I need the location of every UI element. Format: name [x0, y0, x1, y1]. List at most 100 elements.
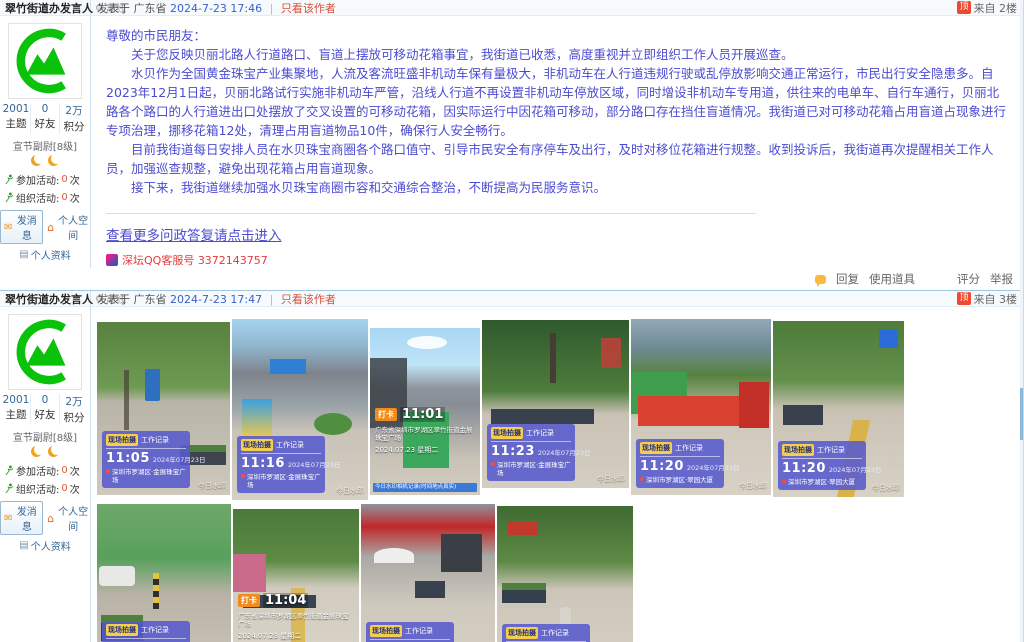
watermark-time: 11:20	[782, 461, 826, 476]
personal-space-link[interactable]: ⌂ 个人空间	[47, 212, 90, 242]
author-name[interactable]: 翠竹街道办发言人	[5, 291, 93, 307]
checkin-badge: 打卡	[375, 408, 397, 421]
envelope-icon: ✉	[4, 513, 12, 524]
forum-thread-page: 翠竹街道办发言人 离线 发表于 广东省 2024-7-23 17:46 | 只看…	[0, 0, 1024, 642]
photo-thumbnail[interactable]: 打卡 11:01 广东省深圳市罗湖区翠竹街道金展珠宝广场 2024.07.23 …	[370, 328, 480, 495]
floor-from-label[interactable]: 来自 3楼	[974, 291, 1018, 307]
watermark-badge: 现场拍摄	[370, 625, 402, 637]
user-rank: 宣节副尉[8级]	[0, 138, 90, 153]
photo-thumbnail[interactable]: 现场拍摄 工作记录 11:05 2024年07月23日 深圳市罗湖区·金展珠宝广…	[97, 322, 230, 495]
photo-scenery	[415, 581, 445, 598]
author-name[interactable]: 翠竹街道办发言人	[5, 0, 93, 16]
watermark-stamp: 现场拍摄 工作记录 11:21 2024年07月23日 深圳市罗湖区·翠园大厦	[366, 622, 454, 642]
watermark-badge: 现场拍摄	[106, 434, 138, 446]
avatar[interactable]	[8, 314, 82, 390]
watermark-time: 11:05	[106, 451, 150, 466]
floor-indicator: 顶 来自 3楼	[957, 291, 1017, 307]
stat-credits[interactable]: 2万 积分	[60, 394, 88, 425]
posted-time: 2024-7-23 17:47	[170, 293, 262, 306]
watermark-brand: 今日水印	[597, 474, 625, 484]
photo-thumbnail[interactable]: 现场拍摄 工作记录 11:18 2024年07月23日 深圳市罗湖区·金展珠宝广…	[97, 504, 231, 642]
post-actions-bar: 回复 使用道具 评分 举报	[0, 268, 1023, 290]
avatar[interactable]	[8, 23, 82, 99]
send-message-button[interactable]: ✉ 发消息	[0, 501, 43, 535]
watermark-title: 工作记录	[541, 628, 569, 638]
photo-scenery	[879, 329, 898, 348]
photo-scenery	[270, 359, 306, 374]
post-paragraph: 尊敬的市民朋友：	[106, 26, 1009, 45]
profile-link[interactable]: ▤ 个人资料	[19, 538, 70, 553]
photo-thumbnail[interactable]: 现场拍摄 工作记录 11:16 2024年07月23日 深圳市罗湖区·金展珠宝广…	[232, 319, 368, 500]
author-stats: 2001 主题 0 好友 2万 积分	[2, 394, 88, 425]
green-mountain-logo-icon	[11, 318, 79, 386]
medal-row	[0, 446, 90, 460]
more-replies-link[interactable]: 查看更多问政答复请点击进入	[106, 224, 282, 244]
watermark-stamp: 现场拍摄 工作记录 11:23 2024年07月23日 深圳市罗湖区·金展珠宝广…	[487, 424, 575, 481]
qq-service-line: 深坛QQ客服号 3372143757	[106, 252, 1009, 268]
post-paragraph: 目前我街道每日安排人员在水贝珠宝商圈各个路口值守、引导市民安全有序停车及出行，及…	[106, 140, 1009, 178]
photo-scenery	[124, 370, 129, 430]
stat-threads[interactable]: 2001 主题	[2, 103, 31, 134]
floor-from-label[interactable]: 来自 2楼	[974, 0, 1018, 16]
scrollbar-thumb[interactable]	[1020, 388, 1023, 440]
photo-thumbnail[interactable]: 现场拍摄 工作记录 11:20 2024年07月23日 深圳市罗湖区·翠园大厦	[773, 321, 904, 497]
stat-friends[interactable]: 0 好友	[31, 103, 60, 134]
watermark-brand: 今日水印	[198, 481, 226, 491]
profile-link[interactable]: ▤ 个人资料	[19, 247, 70, 262]
photo-row-1: 现场拍摄 工作记录 11:05 2024年07月23日 深圳市罗湖区·金展珠宝广…	[97, 319, 1017, 500]
scrollbar[interactable]	[1020, 0, 1023, 642]
floor-indicator: 顶 来自 2楼	[957, 0, 1017, 16]
watermark-brand: 今日水印	[739, 481, 767, 491]
report-link[interactable]: 举报	[990, 271, 1013, 287]
photo-scenery	[99, 566, 135, 586]
watermark-brand: 今日水印	[336, 486, 364, 496]
watermark-date: 2024年07月23日	[829, 464, 882, 474]
only-author-link[interactable]: 只看该作者	[281, 293, 336, 306]
photo-thumbnail[interactable]: 现场拍摄 工作记录 11:23 2024年07月23日 深圳市罗湖区·金展珠宝广…	[482, 320, 629, 488]
watermark-stamp: 现场拍摄 工作记录 11:20 2024年07月23日 深圳市罗湖区·翠园大厦	[778, 441, 866, 490]
watermark-brand: 今日水印	[872, 483, 900, 493]
runner-icon	[5, 483, 14, 494]
watermark-time: 11:16	[241, 456, 285, 471]
use-props-link[interactable]: 使用道具	[869, 271, 915, 287]
watermark-badge: 现场拍摄	[106, 624, 138, 636]
watermark-badge: 现场拍摄	[491, 427, 523, 439]
activity-joined: 参加活动: 0 次	[0, 172, 90, 187]
posted-region: 广东省	[134, 2, 167, 15]
photo-scenery	[502, 583, 546, 603]
location-pin-icon	[106, 469, 110, 473]
photo-thumbnail[interactable]: 现场拍摄 工作记录 11:21 2024年07月23日 深圳市罗湖区·翠园大厦	[497, 506, 633, 642]
photo-scenery	[314, 413, 352, 435]
watermark-badge: 现场拍摄	[506, 627, 538, 639]
watermark-location: 深圳市罗湖区·翠园大厦	[788, 478, 855, 486]
watermark-badge: 现场拍摄	[782, 444, 814, 456]
reply-link[interactable]: 回复	[836, 271, 859, 287]
watermark-stamp: 打卡 11:01 广东省深圳市罗湖区翠竹街道金展珠宝广场 2024.07.23 …	[375, 407, 476, 455]
post-header-author-cell: 翠竹街道办发言人 离线	[0, 0, 91, 15]
green-mountain-logo-icon	[11, 27, 79, 95]
photo-scenery	[491, 409, 594, 424]
watermark-title: 工作记录	[817, 445, 845, 455]
moon-medal-icon	[31, 155, 42, 166]
photo-thumbnail[interactable]: 现场拍摄 工作记录 11:21 2024年07月23日 深圳市罗湖区·翠园大厦	[361, 504, 495, 642]
location-pin-icon	[491, 462, 495, 466]
post-floor-2: 翠竹街道办发言人 离线 发表于 广东省 2024-7-23 17:46 | 只看…	[0, 0, 1023, 291]
send-message-button[interactable]: ✉ 发消息	[0, 210, 43, 244]
user-rank: 宣节副尉[8级]	[0, 429, 90, 444]
rate-link[interactable]: 评分	[957, 271, 980, 287]
stat-friends[interactable]: 0 好友	[31, 394, 60, 425]
stat-threads[interactable]: 2001 主题	[2, 394, 31, 425]
only-author-link[interactable]: 只看该作者	[281, 2, 336, 15]
watermark-title: 工作记录	[141, 625, 169, 635]
stat-credits[interactable]: 2万 积分	[60, 103, 88, 134]
watermark-location: 深圳市罗湖区·金展珠宝广场	[247, 473, 321, 489]
personal-space-link[interactable]: ⌂ 个人空间	[47, 503, 90, 533]
watermark-stamp: 现场拍摄 工作记录 11:21 2024年07月23日 深圳市罗湖区·翠园大厦	[502, 624, 590, 642]
photo-scenery	[374, 548, 414, 563]
photo-thumbnail[interactable]: 现场拍摄 工作记录 11:20 2024年07月23日 深圳市罗湖区·翠园大厦	[631, 319, 771, 495]
post-header-author-cell: 翠竹街道办发言人 离线	[0, 291, 91, 306]
photo-row-2: 现场拍摄 工作记录 11:18 2024年07月23日 深圳市罗湖区·金展珠宝广…	[97, 504, 1017, 642]
posted-time: 2024-7-23 17:46	[170, 2, 262, 15]
activity-organized: 组织活动: 0 次	[0, 481, 90, 496]
photo-thumbnail[interactable]: 打卡 11:04 广东省深圳市罗湖区翠竹街道金展珠宝广场 2024.07.23 …	[233, 509, 359, 642]
